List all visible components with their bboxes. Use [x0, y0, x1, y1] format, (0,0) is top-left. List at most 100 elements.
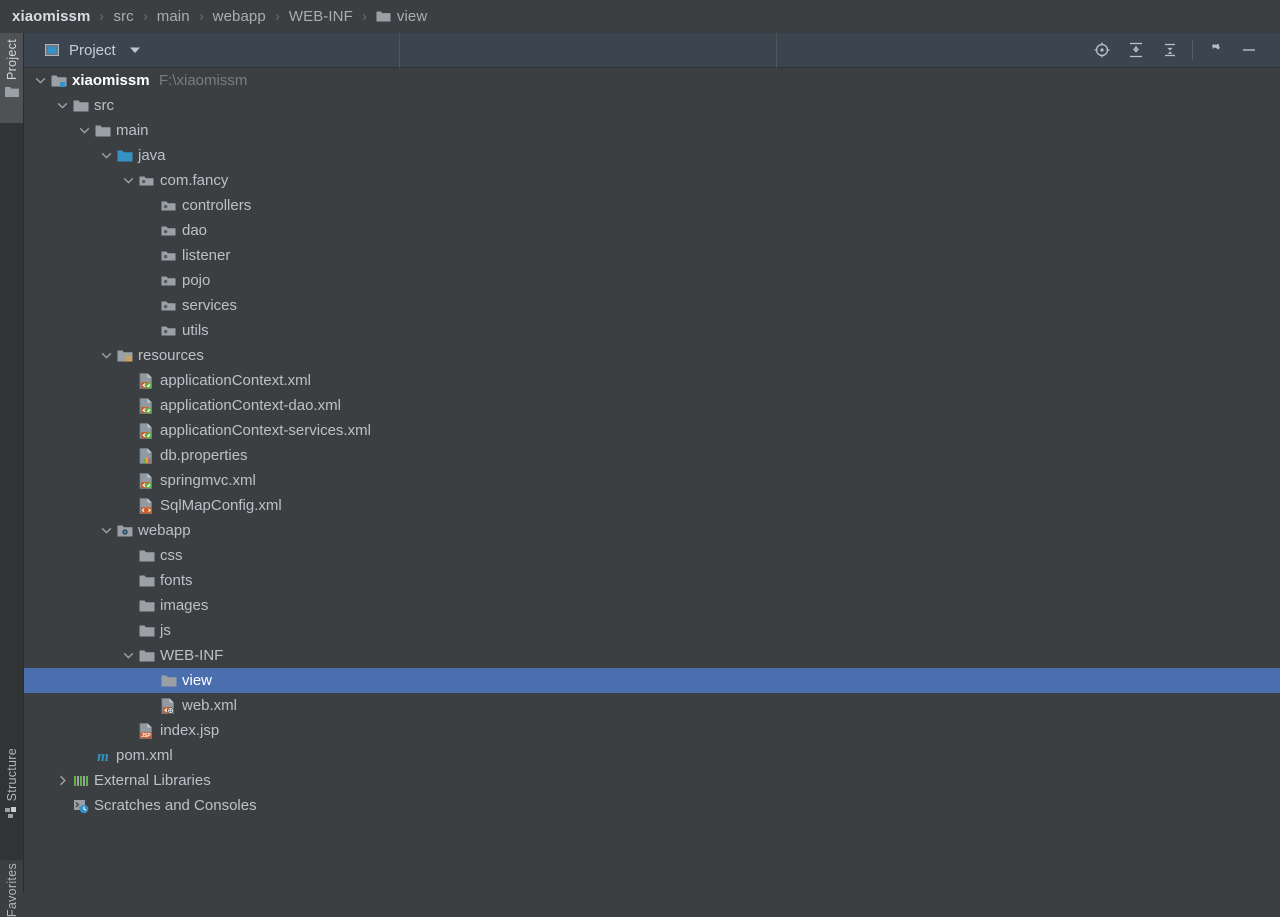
toolwindow-actions	[1085, 33, 1280, 68]
breadcrumb-item-xiaomissm[interactable]: xiaomissm	[12, 0, 90, 33]
tree-row[interactable]: applicationContext-services.xml	[24, 418, 1280, 443]
web-xml-icon	[161, 693, 177, 718]
tree-row[interactable]: fonts	[24, 568, 1280, 593]
tree-row[interactable]: js	[24, 618, 1280, 643]
breadcrumb-item-label: WEB-INF	[288, 8, 353, 25]
package-icon	[161, 293, 177, 318]
tree-row-label: com.fancy	[160, 172, 229, 189]
tree-row[interactable]: Scratches and Consoles	[24, 793, 1280, 818]
chevron-down-icon[interactable]	[99, 343, 114, 368]
tree-row[interactable]: External Libraries	[24, 768, 1280, 793]
tree-row-label: images	[160, 597, 209, 614]
project-window-icon	[44, 42, 60, 58]
tree-row[interactable]: web.xml	[24, 693, 1280, 718]
tree-row[interactable]: xiaomissm F:\xiaomissm	[24, 68, 1280, 93]
tree-row-label: view	[182, 672, 213, 689]
tree-row-selected[interactable]: view	[24, 668, 1280, 693]
locate-file-icon[interactable]	[1085, 33, 1119, 68]
tree-row[interactable]: WEB-INF	[24, 643, 1280, 668]
tree-row[interactable]: java	[24, 143, 1280, 168]
package-icon	[161, 268, 177, 293]
maven-icon: m	[95, 743, 111, 768]
tree-row-label: springmvc.xml	[160, 472, 256, 489]
tree-row-label: main	[116, 122, 149, 139]
chevron-down-icon[interactable]	[55, 93, 70, 118]
breadcrumb-item-main[interactable]: main	[157, 0, 190, 33]
package-icon	[139, 168, 155, 193]
tree-row[interactable]: applicationContext-dao.xml	[24, 393, 1280, 418]
hide-icon[interactable]	[1232, 33, 1266, 68]
chevron-down-icon[interactable]	[77, 118, 92, 143]
tree-row[interactable]: src	[24, 93, 1280, 118]
tree-row[interactable]: com.fancy	[24, 168, 1280, 193]
chevron-down-icon[interactable]	[121, 168, 136, 193]
sidebar-tab-project-label: Project	[4, 39, 19, 81]
tree-row[interactable]: springmvc.xml	[24, 468, 1280, 493]
tree-row-path: F:\xiaomissm	[159, 72, 248, 89]
sidebar-tab-favorites[interactable]: Favorites	[0, 863, 23, 917]
chevron-down-icon[interactable]	[33, 68, 48, 93]
folder-icon	[95, 118, 111, 143]
tree-row[interactable]: images	[24, 593, 1280, 618]
folder-icon	[161, 668, 177, 693]
tree-row-label: db.properties	[160, 447, 248, 464]
resource-root-icon	[117, 343, 133, 368]
tree-row[interactable]: webapp	[24, 518, 1280, 543]
sidebar-tab-structure[interactable]: Structure	[0, 748, 23, 819]
tree-row[interactable]: controllers	[24, 193, 1280, 218]
spring-xml-icon	[139, 418, 155, 443]
project-tree[interactable]: xiaomissm F:\xiaomissm src main java com.fan…	[24, 68, 1280, 893]
chevron-down-icon[interactable]	[99, 143, 114, 168]
folder-icon	[139, 568, 155, 593]
tree-row[interactable]: dao	[24, 218, 1280, 243]
breadcrumb-separator: ›	[275, 8, 280, 25]
chevron-right-icon[interactable]	[55, 768, 70, 793]
tree-row-label: resources	[138, 347, 204, 364]
tree-row-label: applicationContext-dao.xml	[160, 397, 341, 414]
sidebar-tab-project[interactable]: Project	[0, 33, 23, 123]
spring-xml-icon	[139, 368, 155, 393]
tree-row[interactable]: resources	[24, 343, 1280, 368]
tree-row-label: Scratches and Consoles	[94, 797, 257, 814]
tree-row[interactable]: applicationContext.xml	[24, 368, 1280, 393]
tree-row-label: src	[94, 97, 114, 114]
tree-row-label: applicationContext.xml	[160, 372, 311, 389]
tree-row-label: utils	[182, 322, 209, 339]
collapse-all-icon[interactable]	[1153, 33, 1187, 68]
toolwindow-title: Project	[69, 41, 116, 59]
breadcrumb-item-view[interactable]: view	[376, 0, 427, 33]
tree-row[interactable]: pojo	[24, 268, 1280, 293]
breadcrumb-separator: ›	[100, 8, 104, 25]
package-icon	[161, 193, 177, 218]
tree-row[interactable]: css	[24, 543, 1280, 568]
folder-icon	[139, 618, 155, 643]
folder-icon	[139, 593, 155, 618]
expand-all-icon[interactable]	[1119, 33, 1153, 68]
chevron-down-icon[interactable]	[121, 643, 136, 668]
tree-row[interactable]: SqlMapConfig.xml	[24, 493, 1280, 518]
folder-icon	[73, 93, 89, 118]
tree-row[interactable]: services	[24, 293, 1280, 318]
tree-row[interactable]: m pom.xml	[24, 743, 1280, 768]
package-icon	[161, 218, 177, 243]
chevron-down-icon[interactable]	[99, 518, 114, 543]
breadcrumb-item-src[interactable]: src	[113, 0, 133, 33]
tree-row[interactable]: listener	[24, 243, 1280, 268]
breadcrumb-separator: ›	[362, 8, 367, 25]
chevron-down-icon[interactable]	[129, 46, 141, 54]
sidebar-tab-structure-label: Structure	[4, 748, 19, 802]
tree-row[interactable]: db.properties	[24, 443, 1280, 468]
folder-icon	[139, 543, 155, 568]
breadcrumb-item-label: view	[396, 8, 428, 25]
xml-file-icon	[139, 493, 155, 518]
tree-row[interactable]: utils	[24, 318, 1280, 343]
tree-row[interactable]: JSP index.jsp	[24, 718, 1280, 743]
tree-row[interactable]: main	[24, 118, 1280, 143]
breadcrumb-item-web-inf[interactable]: WEB-INF	[289, 0, 353, 33]
tree-row-label: services	[182, 297, 238, 314]
breadcrumb: xiaomissm › src › main › webapp › WEB-INF › view	[0, 0, 1280, 33]
breadcrumb-item-webapp[interactable]: webapp	[213, 0, 266, 33]
svg-text:JSP: JSP	[141, 733, 151, 739]
toolwindow-title-zone[interactable]: Project	[24, 32, 400, 68]
settings-gear-icon[interactable]	[1198, 33, 1232, 68]
